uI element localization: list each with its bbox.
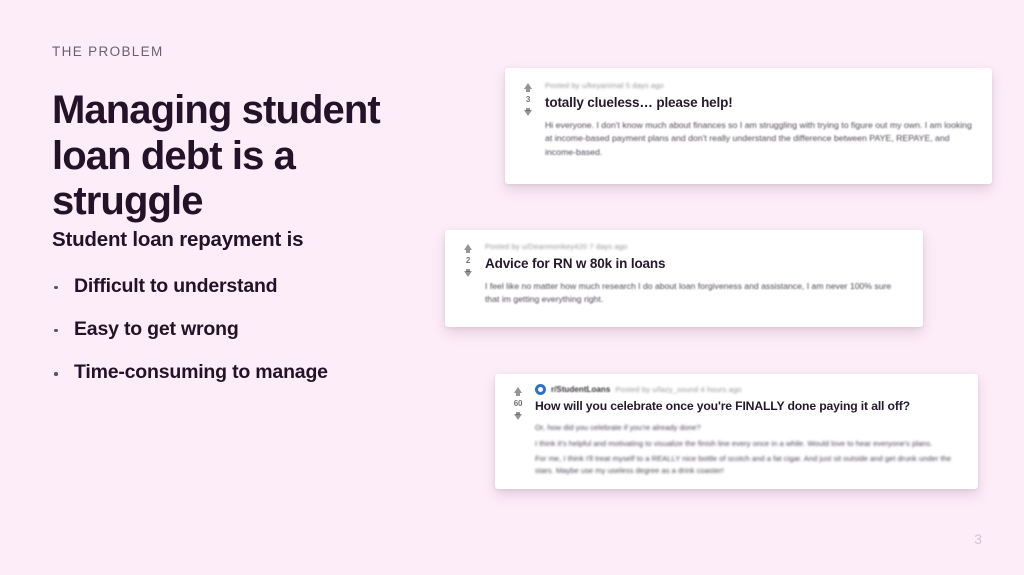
post-body-column: Posted by u/Deanmonkey420 7 days ago Adv… xyxy=(479,241,907,316)
subreddit-avatar-icon xyxy=(535,384,546,395)
bullet-block: Student loan repayment is Difficult to u… xyxy=(52,228,452,385)
page-title: Managing student loan debt is a struggle xyxy=(52,88,381,224)
list-item-label: Time-consuming to manage xyxy=(74,361,328,384)
downvote-arrow-icon[interactable] xyxy=(514,414,522,420)
vote-column[interactable]: 60 xyxy=(507,384,529,479)
list-item: Time-consuming to manage xyxy=(52,361,452,384)
post-paragraph: For me, I think I'll treat myself to a R… xyxy=(535,453,952,476)
vote-column[interactable]: 3 xyxy=(517,80,539,172)
post-paragraph: Hi everyone. I don't know much about fin… xyxy=(545,119,972,157)
upvote-stem-icon xyxy=(526,88,530,92)
list-item-label: Easy to get wrong xyxy=(74,317,239,340)
post-byline: Posted by u/keyanimal 5 days ago xyxy=(545,80,664,90)
downvote-arrow-icon[interactable] xyxy=(464,271,472,277)
upvote-stem-icon xyxy=(466,249,470,253)
reddit-post-card[interactable]: 3 Posted by u/keyanimal 5 days ago total… xyxy=(505,68,992,184)
post-paragraph: Or, how did you celebrate if you're alre… xyxy=(535,423,701,433)
bullet-list: Difficult to understand Easy to get wron… xyxy=(52,275,452,385)
vote-score: 60 xyxy=(513,398,523,408)
post-title[interactable]: totally clueless… please help! xyxy=(545,95,976,112)
bullet-dot-icon xyxy=(54,328,58,333)
post-text: Or, how did you celebrate if you're alre… xyxy=(535,422,962,477)
downvote-arrow-icon[interactable] xyxy=(524,110,532,116)
post-body-column: Posted by u/keyanimal 5 days ago totally… xyxy=(539,80,976,172)
post-text: I feel like no matter how much research … xyxy=(485,280,907,307)
left-text-column: THE PROBLEM Managing student loan debt i… xyxy=(52,44,452,225)
upvote-stem-icon xyxy=(516,392,520,396)
bullet-dot-icon xyxy=(54,372,58,376)
post-paragraph: I feel like no matter how much research … xyxy=(485,280,892,305)
bullet-dot-icon xyxy=(54,285,58,290)
vote-column[interactable]: 2 xyxy=(457,241,479,316)
post-meta-row: Posted by u/Deanmonkey420 7 days ago xyxy=(485,241,907,252)
post-text: Hi everyone. I don't know much about fin… xyxy=(545,119,976,159)
post-byline: Posted by u/lazy_sound 4 hours ago xyxy=(615,384,742,394)
vote-score: 3 xyxy=(525,94,531,104)
post-title[interactable]: Advice for RN w 80k in loans xyxy=(485,256,907,273)
reddit-post-card[interactable]: 2 Posted by u/Deanmonkey420 7 days ago A… xyxy=(445,230,923,327)
post-meta-row: r/StudentLoans Posted by u/lazy_sound 4 … xyxy=(535,384,962,395)
list-item: Easy to get wrong xyxy=(52,318,452,341)
section-eyebrow-label: THE PROBLEM xyxy=(52,44,164,59)
post-title[interactable]: How will you celebrate once you're FINAL… xyxy=(535,399,962,414)
page-number: 3 xyxy=(974,531,982,547)
list-item-label: Difficult to understand xyxy=(74,274,278,297)
post-paragraph: I think it's helpful and motivating to v… xyxy=(535,438,933,448)
post-byline: Posted by u/Deanmonkey420 7 days ago xyxy=(485,241,628,251)
slide-canvas: THE PROBLEM Managing student loan debt i… xyxy=(0,0,1024,575)
bullet-list-heading: Student loan repayment is xyxy=(52,228,304,251)
vote-score: 2 xyxy=(465,255,471,265)
post-meta-row: Posted by u/keyanimal 5 days ago xyxy=(545,80,976,91)
list-item: Difficult to understand xyxy=(52,275,452,298)
post-body-column: r/StudentLoans Posted by u/lazy_sound 4 … xyxy=(529,384,962,479)
subreddit-name[interactable]: r/StudentLoans xyxy=(551,385,610,394)
reddit-post-card[interactable]: 60 r/StudentLoans Posted by u/lazy_sound… xyxy=(495,374,978,489)
